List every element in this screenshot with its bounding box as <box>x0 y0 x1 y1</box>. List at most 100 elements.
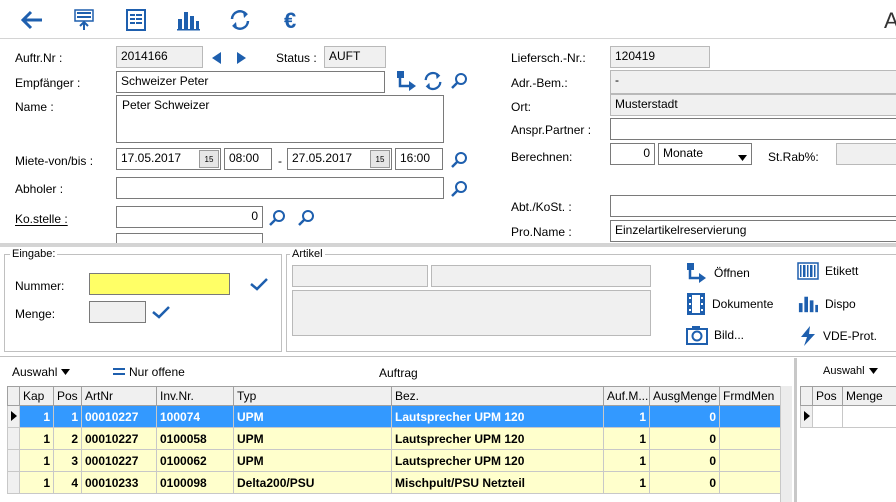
table-row[interactable]: 1 2 00010227 0100058 UPM Lautsprecher UP… <box>7 427 781 450</box>
header-splitter[interactable] <box>0 243 896 247</box>
cell-ausgmenge: 0 <box>649 471 720 494</box>
empfaenger-field[interactable]: Schweizer Peter <box>116 71 385 93</box>
empfaenger-label: Empfänger : <box>15 76 81 90</box>
oeffnen-button[interactable]: Öffnen <box>686 262 750 284</box>
cell-pos: 3 <box>53 449 82 472</box>
search-kostelle-2-icon[interactable] <box>297 209 315 230</box>
cell-artnr: 00010227 <box>81 405 157 428</box>
dispo-label: Dispo <box>825 297 856 311</box>
refresh-recipient-icon[interactable] <box>422 70 444 95</box>
name-field[interactable]: Peter Schweizer <box>116 95 444 143</box>
lightning-icon <box>801 326 815 346</box>
adr-bem-field: - <box>610 70 896 94</box>
status-label: Status : <box>276 51 317 65</box>
cell-pos: 4 <box>53 471 82 494</box>
bar-chart-icon[interactable] <box>174 6 202 34</box>
status-field: AUFT <box>324 46 386 68</box>
equals-filter-icon <box>113 368 125 375</box>
nur-offene-label: Nur offene <box>129 365 185 379</box>
col-artnr[interactable]: ArtNr <box>81 386 157 406</box>
artikel-name-field <box>431 265 651 287</box>
nur-offene-filter[interactable]: Nur offene <box>113 365 185 379</box>
strab-label: St.Rab%: <box>768 150 819 164</box>
table-row[interactable]: 1 4 00010233 0100098 Delta200/PSU Mischp… <box>7 471 781 494</box>
auftrag-grid-title: Auftrag <box>379 366 418 380</box>
search-recipient-icon[interactable] <box>450 72 468 93</box>
auswahl-menu[interactable]: Auswahl <box>12 365 71 379</box>
col-menge-right[interactable]: Menge <box>842 386 896 406</box>
lieferschein-field: 120419 <box>610 46 710 68</box>
cell-artnr: 00010227 <box>81 427 157 450</box>
col-aufm[interactable]: Auf.M... <box>603 386 650 406</box>
cell-aufm: 1 <box>603 427 650 450</box>
miete-bis-time-field[interactable]: 16:00 <box>395 148 443 170</box>
col-frmdmen[interactable]: FrmdMen <box>719 386 781 406</box>
col-ausgmenge[interactable]: AusgMenge <box>649 386 720 406</box>
next-record-icon[interactable] <box>236 52 246 67</box>
table-row[interactable] <box>800 405 896 428</box>
row-indicator-header <box>800 386 813 406</box>
table-row[interactable]: 1 1 00010227 100074 UPM Lautsprecher UPM… <box>7 405 781 428</box>
refresh-icon[interactable] <box>226 6 254 34</box>
miete-von-time-field[interactable]: 08:00 <box>224 148 272 170</box>
abt-field[interactable] <box>610 195 896 217</box>
table-row[interactable]: 1 3 00010227 0100062 UPM Lautsprecher UP… <box>7 449 781 472</box>
cell-bez: Lautsprecher UPM 120 <box>391 427 604 450</box>
cell-aufm: 1 <box>603 471 650 494</box>
search-abholer-icon[interactable] <box>450 180 468 201</box>
euro-icon[interactable]: € <box>278 6 306 34</box>
col-typ[interactable]: Typ <box>233 386 392 406</box>
document-list-icon[interactable] <box>122 6 150 34</box>
back-arrow-icon[interactable] <box>18 6 46 34</box>
berechnen-value-field[interactable]: 0 <box>610 143 655 165</box>
auswahl-right-menu[interactable]: Auswahl <box>823 365 878 377</box>
row-indicator-header <box>7 386 20 406</box>
kostelle-field[interactable]: 0 <box>116 206 263 228</box>
abholer-field[interactable] <box>116 177 444 199</box>
bild-button[interactable]: Bild... <box>686 325 744 345</box>
calendar-bis-icon[interactable]: 15 <box>370 150 390 168</box>
search-kostelle-icon[interactable] <box>268 209 286 230</box>
nummer-confirm-icon[interactable] <box>249 277 269 294</box>
vde-prot-button[interactable]: VDE-Prot. <box>799 325 877 347</box>
col-pos[interactable]: Pos <box>53 386 82 406</box>
row-indicator <box>7 449 20 472</box>
col-bez[interactable]: Bez. <box>391 386 604 406</box>
cell-bez: Lautsprecher UPM 120 <box>391 449 604 472</box>
etikett-button[interactable]: Etikett <box>797 262 858 280</box>
cell-invnr: 100074 <box>156 405 234 428</box>
calendar-von-icon[interactable]: 15 <box>199 150 219 168</box>
upload-form-icon[interactable] <box>70 6 98 34</box>
col-pos-right[interactable]: Pos <box>812 386 843 406</box>
cell-ausgmenge: 0 <box>649 427 720 450</box>
berechnen-unit-select[interactable]: Monate <box>658 143 752 165</box>
transfer-icon[interactable] <box>396 70 418 95</box>
vertical-splitter[interactable] <box>794 358 797 502</box>
cell-typ: UPM <box>233 427 392 450</box>
menge-confirm-icon[interactable] <box>151 305 171 322</box>
toolbar: € A <box>0 0 896 40</box>
row-indicator <box>7 427 20 450</box>
cell-ausgmenge: 0 <box>649 449 720 472</box>
dokumente-button[interactable]: Dokumente <box>686 293 773 315</box>
window-title-fragment: A <box>884 8 896 33</box>
abholer-label: Abholer : <box>15 182 64 196</box>
hidden-field-partial[interactable] <box>116 233 263 243</box>
current-row-indicator-icon <box>7 405 20 428</box>
menge-input[interactable] <box>89 301 146 323</box>
table-vertical-scrollbar[interactable] <box>780 386 792 502</box>
previous-record-icon[interactable] <box>212 52 222 67</box>
strab-field <box>836 143 896 165</box>
dispo-button[interactable]: Dispo <box>797 294 856 314</box>
col-kap[interactable]: Kap <box>19 386 54 406</box>
proname-field[interactable]: Einzelartikelreservierung <box>610 220 896 242</box>
search-miete-icon[interactable] <box>450 151 468 172</box>
miete-label: Miete-von/bis : <box>15 154 94 168</box>
col-invnr[interactable]: Inv.Nr. <box>156 386 234 406</box>
abt-label: Abt./KoSt. : <box>511 200 572 214</box>
berechnen-unit-value: Monate <box>663 146 704 160</box>
anspr-field[interactable] <box>610 118 896 140</box>
nummer-input[interactable] <box>89 273 230 295</box>
name-label: Name : <box>15 100 54 114</box>
grid-divider <box>0 356 896 357</box>
